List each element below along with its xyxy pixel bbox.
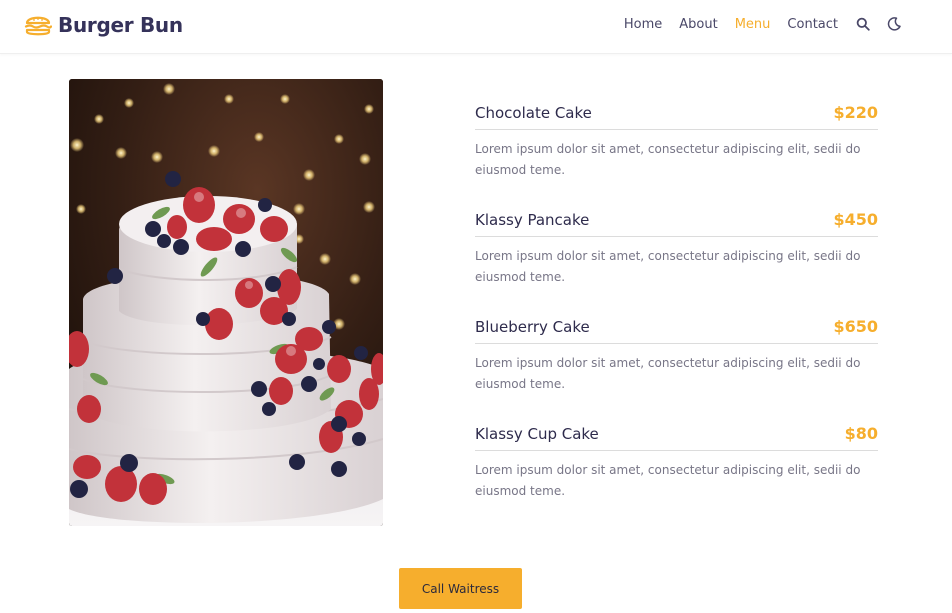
menu-item: Blueberry Cake $650 Lorem ipsum dolor si…: [475, 314, 878, 421]
cake-with-berries-icon: [69, 79, 383, 526]
menu-item-name: Blueberry Cake: [475, 318, 590, 336]
call-waitress-button[interactable]: Call Waitress: [399, 568, 522, 609]
menu-item-name: Klassy Pancake: [475, 211, 590, 229]
menu-item: Chocolate Cake $220 Lorem ipsum dolor si…: [475, 100, 878, 207]
nav-home[interactable]: Home: [624, 17, 662, 32]
menu-item-header: Klassy Cup Cake $80: [475, 421, 878, 451]
menu-item-header: Chocolate Cake $220: [475, 100, 878, 130]
menu-item-header: Klassy Pancake $450: [475, 207, 878, 237]
burger-icon: [24, 16, 52, 36]
menu-item-price: $650: [833, 317, 878, 336]
menu-item-header: Blueberry Cake $650: [475, 314, 878, 344]
menu-item-description: Lorem ipsum dolor sit amet, consectetur …: [475, 142, 861, 177]
main-nav: Home About Menu Contact: [607, 0, 902, 48]
moon-icon[interactable]: [886, 16, 902, 32]
nav-menu[interactable]: Menu: [735, 17, 771, 32]
brand-logo-link[interactable]: Burger Bun: [24, 11, 183, 39]
menu-item-price: $80: [844, 424, 878, 443]
menu-item-description: Lorem ipsum dolor sit amet, consectetur …: [475, 249, 861, 284]
search-icon[interactable]: [855, 16, 871, 32]
brand-name: Burger Bun: [58, 13, 183, 37]
menu-item-description: Lorem ipsum dolor sit amet, consectetur …: [475, 356, 861, 391]
menu-list: Chocolate Cake $220 Lorem ipsum dolor si…: [475, 100, 878, 528]
menu-item-price: $450: [833, 210, 878, 229]
menu-item-description: Lorem ipsum dolor sit amet, consectetur …: [475, 463, 861, 498]
nav-contact[interactable]: Contact: [787, 17, 838, 32]
menu-item: Klassy Cup Cake $80 Lorem ipsum dolor si…: [475, 421, 878, 528]
nav-about[interactable]: About: [679, 17, 717, 32]
menu-item-name: Chocolate Cake: [475, 104, 592, 122]
menu-item-price: $220: [833, 103, 878, 122]
site-header: Burger Bun Home About Menu Contact: [0, 0, 952, 54]
cake-photo: [69, 79, 383, 526]
menu-item-name: Klassy Cup Cake: [475, 425, 599, 443]
menu-item: Klassy Pancake $450 Lorem ipsum dolor si…: [475, 207, 878, 314]
